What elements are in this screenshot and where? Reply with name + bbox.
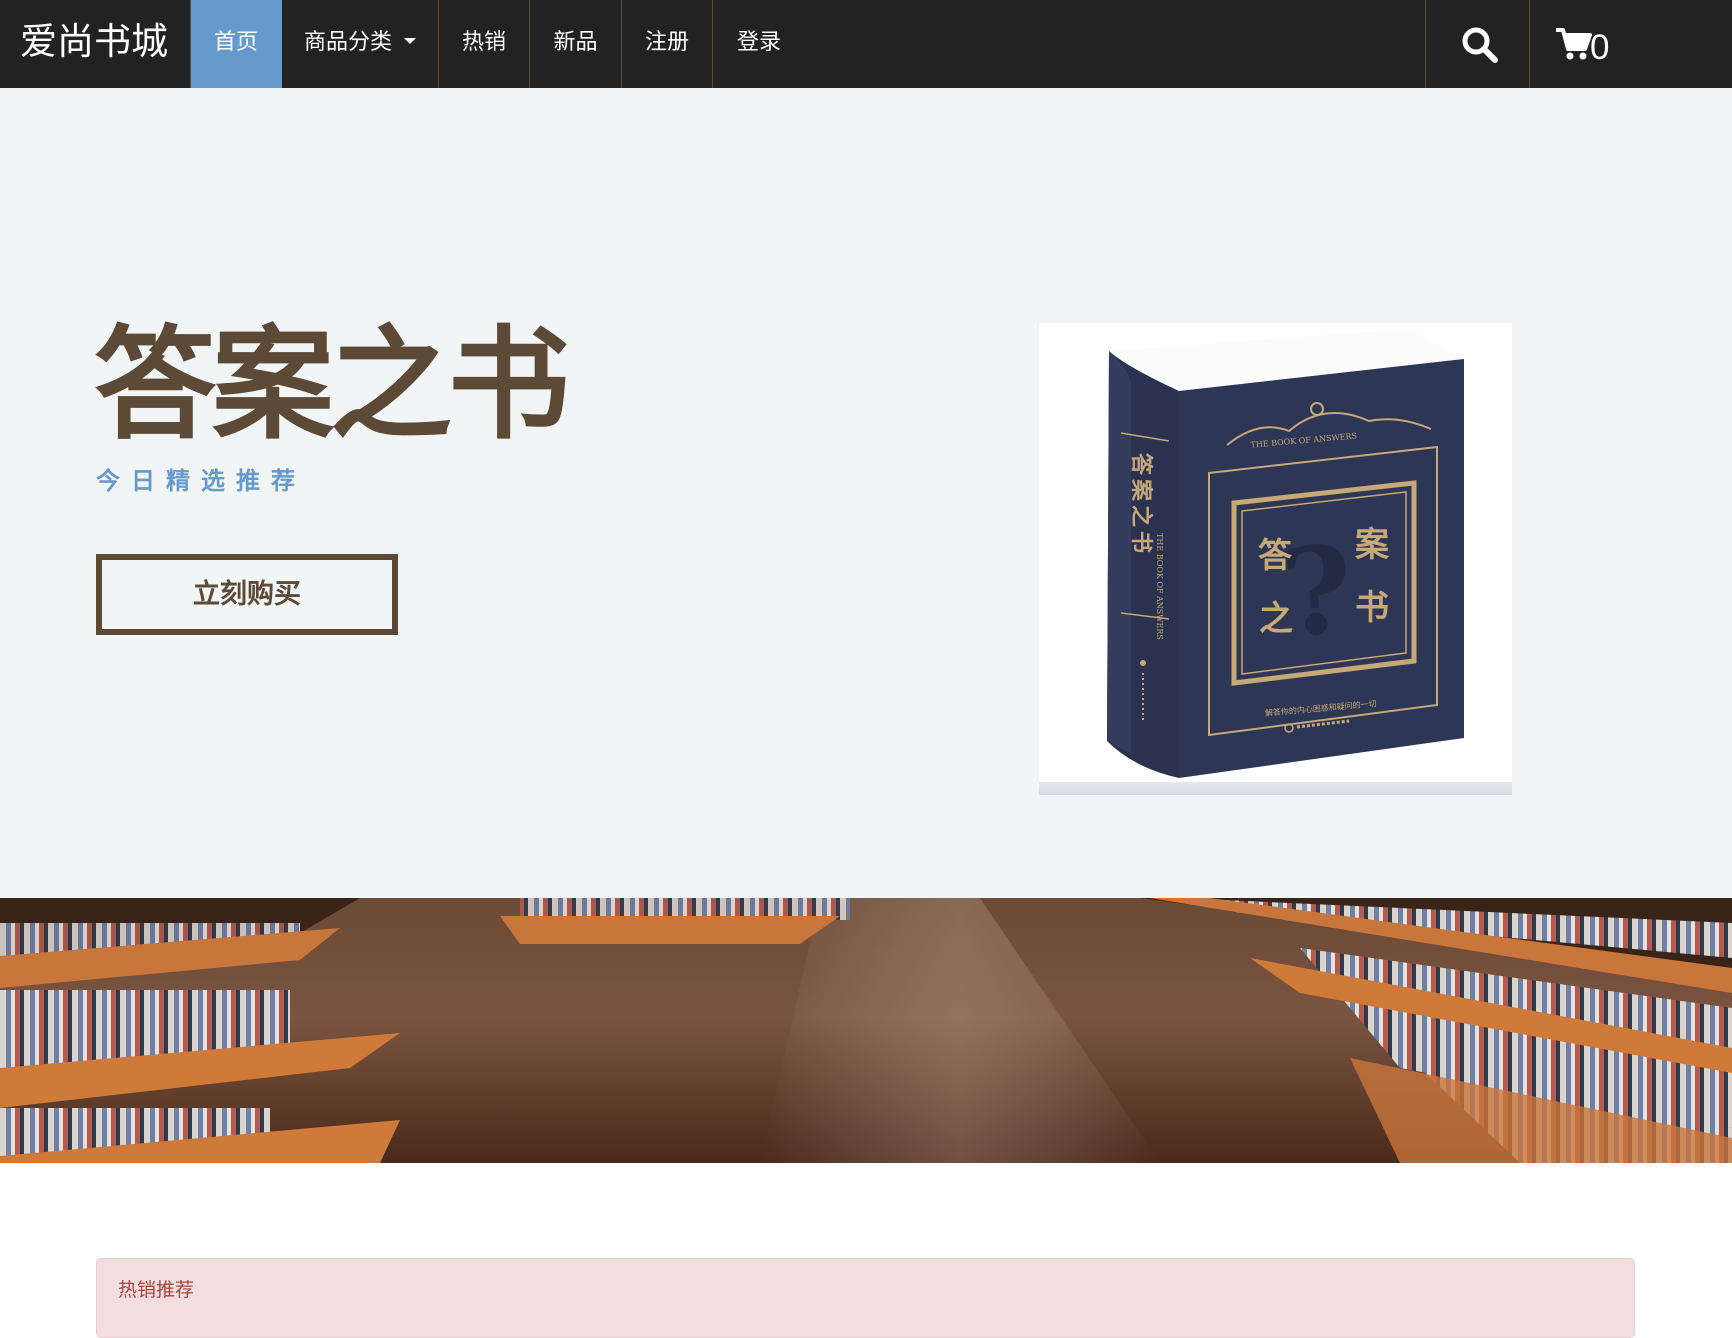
bookstore-photo	[0, 898, 1732, 1163]
search-icon	[1462, 27, 1498, 63]
front-char-1: 答	[1258, 536, 1293, 576]
cart-button[interactable]: 0	[1529, 0, 1732, 88]
nav-item-categories[interactable]: 商品分类	[282, 0, 439, 88]
hot-recommend-panel: 热销推荐	[96, 1258, 1635, 1338]
hero-section: 答案之书 今日精选推荐 立刻购买 THE BOOK OF ANSWERS ? 答…	[0, 88, 1732, 898]
shopping-cart-icon	[1556, 28, 1592, 60]
nav-item-new[interactable]: 新品	[530, 0, 622, 88]
nav-item-login-label: 登录	[736, 29, 781, 54]
nav-item-home[interactable]: 首页	[190, 0, 282, 88]
chevron-down-icon	[404, 38, 416, 45]
buy-now-button[interactable]: 立刻购买	[96, 554, 398, 635]
front-char-3: 之	[1259, 599, 1293, 639]
nav-item-home-label: 首页	[213, 29, 258, 54]
spine-english: THE BOOK OF ANSWERS	[1155, 533, 1164, 640]
featured-book-image[interactable]: THE BOOK OF ANSWERS ? 答 案 之 书 解答你的内心困惑和疑…	[1039, 323, 1512, 795]
nav-item-new-label: 新品	[553, 29, 598, 54]
nav-item-categories-label: 商品分类	[303, 29, 392, 54]
nav-item-hot-label: 热销	[461, 29, 506, 54]
front-char-2: 案	[1355, 525, 1390, 565]
nav-item-register-label: 注册	[644, 29, 689, 54]
spine-title: 答案之书	[1128, 453, 1154, 557]
nav-item-login[interactable]: 登录	[713, 0, 805, 88]
search-button[interactable]	[1425, 0, 1530, 88]
nav-item-hot[interactable]: 热销	[439, 0, 530, 88]
nav-item-register[interactable]: 注册	[622, 0, 713, 88]
brand-logo[interactable]: 爱尚书城	[20, 0, 168, 88]
book-image-bottom-strip	[1039, 782, 1512, 795]
front-char-4: 书	[1355, 588, 1389, 628]
top-navbar: 爱尚书城 首页 商品分类 热销 新品 注册 登录 0	[0, 0, 1732, 88]
hero-title: 答案之书	[94, 314, 570, 456]
bookstore-banner-image	[0, 898, 1732, 1163]
hero-subtitle: 今日精选推荐	[96, 467, 306, 495]
book-cover-illustration: THE BOOK OF ANSWERS ? 答 案 之 书 解答你的内心困惑和疑…	[1107, 329, 1464, 778]
hot-recommend-title: 热销推荐	[118, 1280, 195, 1301]
cart-count-badge: 0	[1590, 28, 1610, 67]
